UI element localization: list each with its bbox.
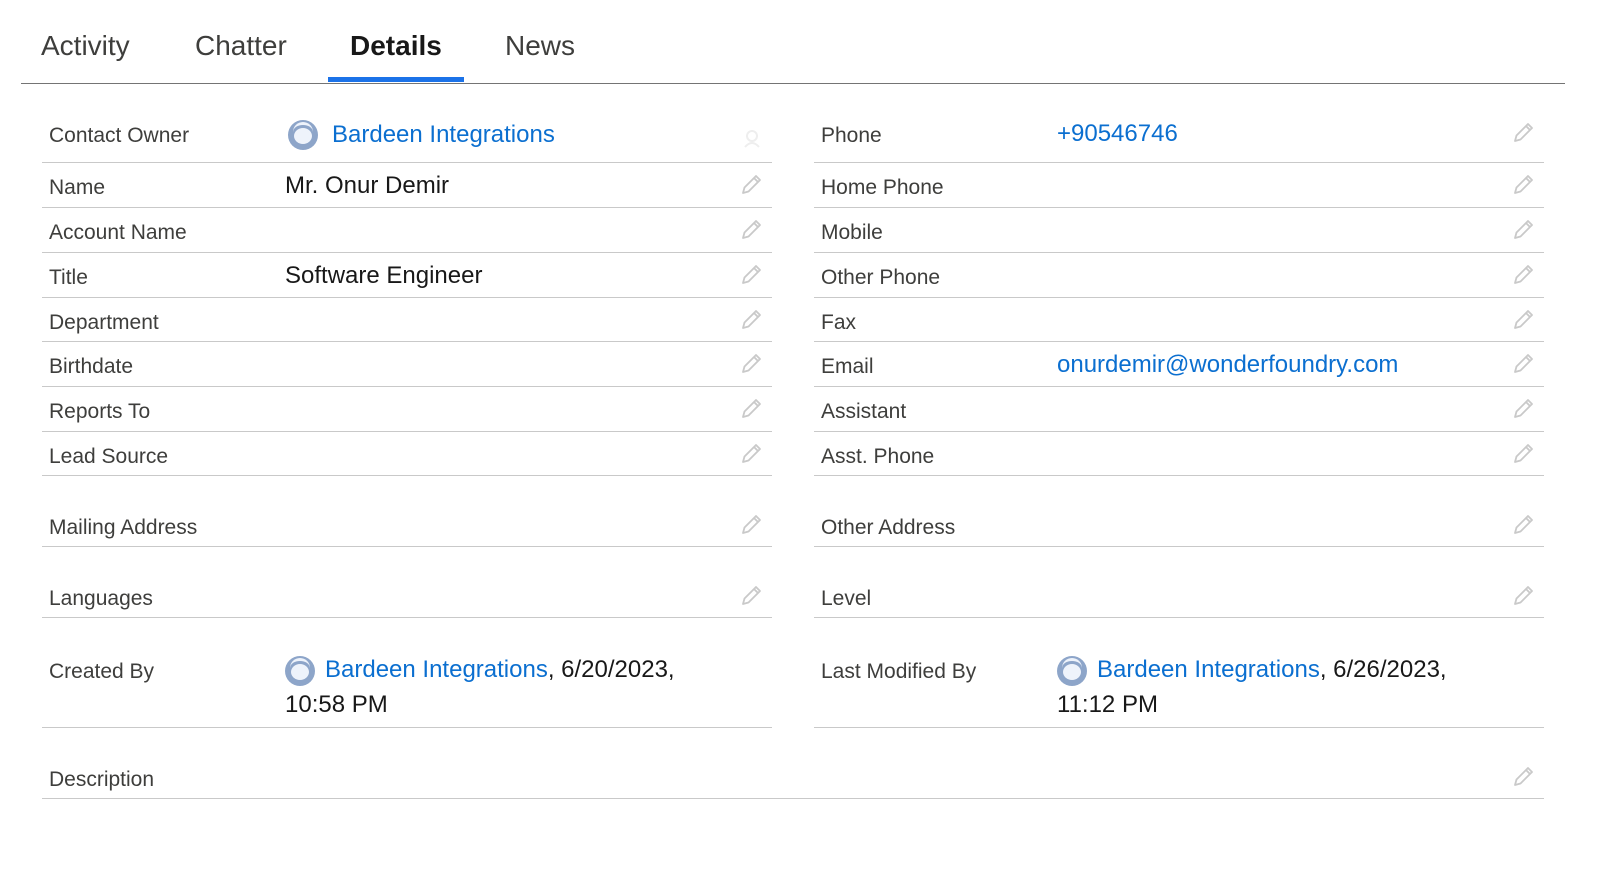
change-owner-icon[interactable] <box>740 126 764 150</box>
field-label: Asst. Phone <box>821 445 935 468</box>
modified-date: , 6/26/2023, <box>1319 656 1447 683</box>
field-label: Mobile <box>821 221 883 244</box>
field-home-phone: Home Phone <box>814 162 1544 208</box>
tab-details[interactable]: Details <box>350 30 442 62</box>
field-fax: Fax <box>814 297 1544 342</box>
edit-pencil-icon[interactable] <box>740 307 764 331</box>
field-account-name: Account Name <box>42 207 772 253</box>
field-label: Lead Source <box>49 445 169 468</box>
field-mobile: Mobile <box>814 207 1544 253</box>
field-lead-source: Lead Source <box>42 431 772 476</box>
field-birthdate: Birthdate <box>42 341 772 387</box>
field-asst-phone: Asst. Phone <box>814 431 1544 476</box>
edit-pencil-icon[interactable] <box>1512 307 1536 331</box>
field-label: Phone <box>821 124 882 147</box>
field-value: Mr. Onur Demir <box>285 172 450 199</box>
field-label: Description <box>49 768 155 791</box>
edit-pencil-icon[interactable] <box>1512 396 1536 420</box>
field-value: Software Engineer <box>285 262 483 289</box>
field-label: Account Name <box>49 221 187 244</box>
field-label: Assistant <box>821 400 907 423</box>
tab-news[interactable]: News <box>505 30 575 62</box>
field-value: Bardeen Integrations <box>288 120 555 150</box>
field-label: Contact Owner <box>49 124 190 147</box>
edit-pencil-icon[interactable] <box>1512 172 1536 196</box>
contact-owner-link[interactable]: Bardeen Integrations <box>332 121 555 149</box>
field-label: Other Phone <box>821 266 941 289</box>
field-contact-owner: Contact Owner Bardeen Integrations <box>42 112 772 163</box>
field-level: Level <box>814 546 1544 618</box>
field-name: Name Mr. Onur Demir <box>42 162 772 208</box>
edit-pencil-icon[interactable] <box>1512 764 1536 788</box>
field-label: Created By <box>49 660 155 683</box>
field-label: Languages <box>49 587 153 610</box>
field-department: Department <box>42 297 772 342</box>
tab-bar: Activity Chatter Details News <box>21 0 1565 84</box>
edit-pencil-icon[interactable] <box>740 262 764 286</box>
tab-chatter[interactable]: Chatter <box>195 30 287 62</box>
edit-pencil-icon[interactable] <box>1512 441 1536 465</box>
field-email: Email onurdemir@wonderfoundry.com <box>814 341 1544 387</box>
last-modified-by-link[interactable]: Bardeen Integrations <box>1097 656 1320 683</box>
email-link[interactable]: onurdemir@wonderfoundry.com <box>1057 351 1398 379</box>
field-label: Home Phone <box>821 176 944 199</box>
field-label: Reports To <box>49 400 151 423</box>
edit-pencil-icon[interactable] <box>1512 217 1536 241</box>
edit-pencil-icon[interactable] <box>740 441 764 465</box>
user-avatar-icon <box>285 655 315 686</box>
field-value: Bardeen Integrations, 6/26/2023, 11:12 PM <box>1057 652 1517 722</box>
edit-pencil-icon[interactable] <box>740 172 764 196</box>
phone-link[interactable]: +90546746 <box>1057 120 1185 148</box>
field-mailing-address: Mailing Address <box>42 475 772 547</box>
edit-pencil-icon[interactable] <box>1512 583 1536 607</box>
edit-pencil-icon[interactable] <box>740 396 764 420</box>
field-label: Fax <box>821 311 857 334</box>
field-created-by: Created By Bardeen Integrations, 6/20/20… <box>42 617 772 728</box>
field-reports-to: Reports To <box>42 386 772 432</box>
edit-pencil-icon[interactable] <box>1512 120 1536 144</box>
field-label: Birthdate <box>49 355 134 378</box>
created-by-link[interactable]: Bardeen Integrations <box>325 656 548 683</box>
created-date: , 6/20/2023, <box>547 656 675 683</box>
field-value: Bardeen Integrations, 6/20/2023, 10:58 PM <box>285 652 745 722</box>
edit-pencil-icon[interactable] <box>1512 512 1536 536</box>
field-last-modified-by: Last Modified By Bardeen Integrations, 6… <box>814 617 1544 728</box>
edit-pencil-icon[interactable] <box>740 351 764 375</box>
field-label: Other Address <box>821 516 956 539</box>
user-avatar-icon <box>1057 655 1087 686</box>
created-time: 10:58 PM <box>285 691 388 718</box>
field-label: Title <box>49 266 88 289</box>
tab-activity[interactable]: Activity <box>41 30 130 62</box>
field-label: Email <box>821 355 874 378</box>
field-assistant: Assistant <box>814 386 1544 432</box>
field-label: Mailing Address <box>49 516 198 539</box>
field-label: Name <box>49 176 106 199</box>
edit-pencil-icon[interactable] <box>1512 262 1536 286</box>
field-description: Description <box>42 727 1544 799</box>
field-label: Last Modified By <box>821 660 977 683</box>
field-other-address: Other Address <box>814 475 1544 547</box>
user-avatar-icon <box>288 120 318 150</box>
field-label: Level <box>821 587 872 610</box>
active-tab-indicator <box>328 77 464 82</box>
edit-pencil-icon[interactable] <box>740 583 764 607</box>
field-languages: Languages <box>42 546 772 618</box>
edit-pencil-icon[interactable] <box>1512 351 1536 375</box>
edit-pencil-icon[interactable] <box>740 512 764 536</box>
field-phone: Phone +90546746 <box>814 112 1544 163</box>
field-title: Title Software Engineer <box>42 252 772 298</box>
modified-time: 11:12 PM <box>1057 691 1158 718</box>
field-label: Department <box>49 311 159 334</box>
field-other-phone: Other Phone <box>814 252 1544 298</box>
edit-pencil-icon[interactable] <box>740 217 764 241</box>
